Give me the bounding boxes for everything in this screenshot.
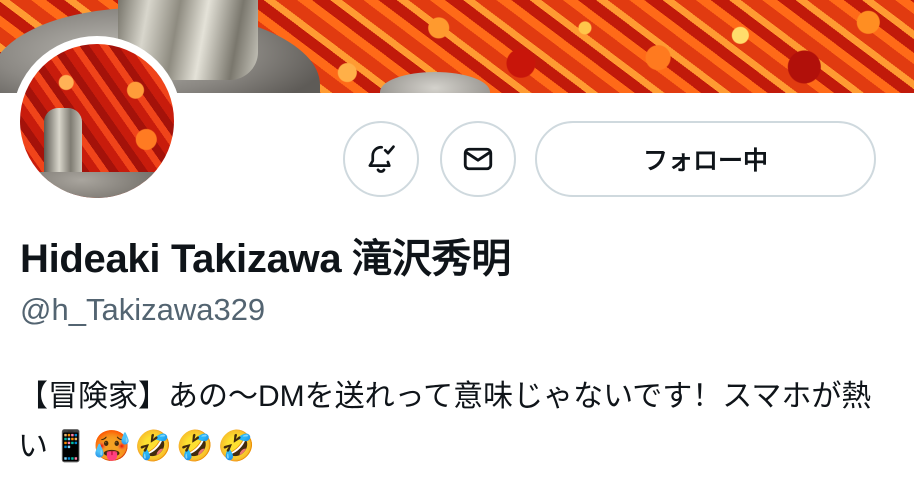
rolling-laughing-emoji: 🤣 <box>217 430 255 463</box>
mail-icon <box>463 147 493 171</box>
avatar[interactable] <box>20 44 174 198</box>
hot-face-emoji: 🥵 <box>93 430 131 463</box>
banner-rock <box>380 72 490 93</box>
message-button[interactable] <box>440 121 516 197</box>
phone-emoji: 📱 <box>52 430 90 463</box>
user-handle: @h_Takizawa329 <box>20 292 266 327</box>
profile-bio: 【冒険家】あの〜DMを送れって意味じゃないです！スマホが熱い 📱 🥵 🤣 🤣 🤣 <box>18 372 898 472</box>
display-name: Hideaki Takizawa 滝沢秀明 <box>20 237 511 281</box>
avatar-rock <box>20 172 174 198</box>
notifications-button[interactable] <box>343 121 419 197</box>
bell-check-icon <box>368 145 395 173</box>
following-button[interactable]: フォロー中 <box>535 121 876 197</box>
avatar-frame <box>12 36 182 206</box>
rolling-laughing-emoji: 🤣 <box>134 430 173 463</box>
rolling-laughing-emoji: 🤣 <box>176 430 214 463</box>
